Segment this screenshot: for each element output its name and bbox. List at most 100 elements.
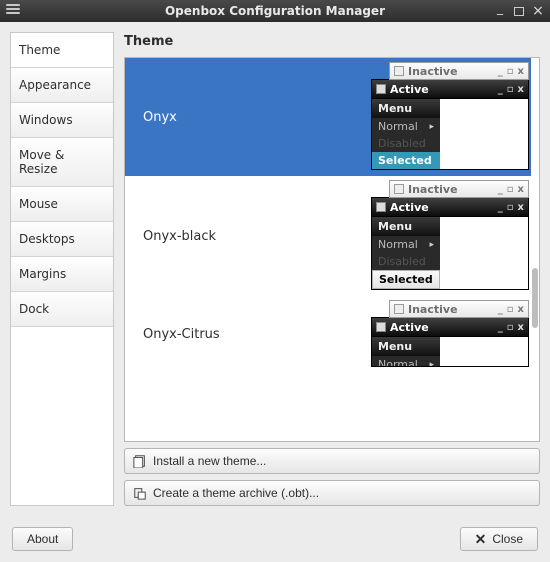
archive-icon [133, 486, 147, 500]
preview-menu-normal: Normal ▸ [372, 236, 440, 253]
maximize-icon: ▫ [507, 202, 514, 213]
section-title: Theme [124, 32, 540, 57]
preview-active-label: Active [390, 321, 494, 334]
preview-menu-title: Menu [372, 99, 440, 118]
preview-active-label: Active [390, 83, 494, 96]
close-icon: x [518, 304, 524, 315]
preview-menu-normal-label: Normal [378, 358, 418, 367]
maximize-icon: ▫ [507, 184, 514, 195]
submenu-arrow-icon: ▸ [429, 122, 434, 132]
sidebar-item-label: Windows [19, 113, 73, 127]
preview-menu: Menu Normal ▸ Disabled Selected [372, 217, 440, 289]
preview-client-area [440, 217, 528, 289]
maximize-icon: ▫ [507, 84, 514, 95]
preview-inactive-label: Inactive [408, 65, 494, 78]
create-archive-label: Create a theme archive (.obt)... [153, 486, 319, 500]
create-archive-button[interactable]: Create a theme archive (.obt)... [124, 480, 540, 506]
minimize-icon: _ [498, 184, 503, 195]
preview-menu-normal: Normal ▸ [372, 118, 440, 135]
preview-active-titlebar: Active _ ▫ x [371, 317, 529, 337]
minimize-icon: _ [498, 66, 503, 77]
preview-menu-normal: Normal ▸ [372, 356, 440, 367]
footer: About ✕ Close [0, 516, 550, 562]
sidebar-item-windows[interactable]: Windows [11, 103, 113, 138]
sidebar-item-margins[interactable]: Margins [11, 257, 113, 292]
sidebar-item-mouse[interactable]: Mouse [11, 187, 113, 222]
preview-inactive-titlebar: Inactive _ ▫ x [389, 300, 529, 318]
scrollbar-thumb[interactable] [532, 268, 538, 328]
sidebar-item-label: Appearance [19, 78, 91, 92]
install-icon [133, 454, 147, 468]
window-minimize-button[interactable] [492, 4, 508, 18]
window-icon [376, 322, 386, 332]
theme-name: Onyx-black [143, 229, 369, 244]
sidebar-item-move-resize[interactable]: Move & Resize [11, 138, 113, 187]
submenu-arrow-icon: ▸ [429, 360, 434, 368]
sidebar-item-label: Dock [19, 302, 49, 316]
sidebar-item-label: Margins [19, 267, 66, 281]
preview-client-area [440, 99, 528, 169]
close-icon: x [518, 84, 524, 95]
sidebar-item-label: Desktops [19, 232, 75, 246]
close-icon: ✕ [475, 533, 487, 545]
preview-menu: Menu Normal ▸ [372, 337, 440, 366]
preview-inactive-titlebar: Inactive _ ▫ x [389, 180, 529, 198]
maximize-icon: ▫ [507, 66, 514, 77]
sidebar-item-label: Mouse [19, 197, 58, 211]
about-button-label: About [27, 532, 58, 546]
preview-menu-disabled: Disabled [372, 253, 440, 270]
preview-inactive-label: Inactive [408, 303, 494, 316]
theme-preview: Inactive _ ▫ x Active _ ▫ x [369, 58, 531, 176]
theme-name: Onyx [143, 110, 369, 125]
window-close-button[interactable] [530, 4, 546, 18]
window-maximize-button[interactable] [514, 7, 524, 16]
theme-row[interactable]: Onyx Inactive _ ▫ x Active _ [125, 58, 531, 176]
sidebar-item-theme[interactable]: Theme [11, 33, 113, 68]
preview-menu-normal-label: Normal [378, 120, 418, 133]
preview-menu-title: Menu [372, 217, 440, 236]
preview-menu-title: Menu [372, 337, 440, 356]
window-icon [376, 202, 386, 212]
sidebar-item-label: Theme [19, 43, 60, 57]
window-app-icon [6, 4, 20, 18]
preview-menu-selected: Selected [372, 270, 440, 289]
close-button[interactable]: ✕ Close [460, 527, 538, 551]
preview-menu: Menu Normal ▸ Disabled Selected [372, 99, 440, 169]
window-icon [394, 304, 404, 314]
maximize-icon: ▫ [507, 304, 514, 315]
maximize-icon: ▫ [507, 322, 514, 333]
install-theme-label: Install a new theme... [153, 454, 266, 468]
theme-name: Onyx-Citrus [143, 327, 369, 342]
sidebar-item-dock[interactable]: Dock [11, 292, 113, 327]
minimize-icon: _ [498, 84, 503, 95]
theme-preview: Inactive _ ▫ x Active _ ▫ x [369, 296, 531, 373]
preview-active-titlebar: Active _ ▫ x [371, 79, 529, 99]
preview-active-label: Active [390, 201, 494, 214]
close-icon: x [518, 184, 524, 195]
theme-row[interactable]: Onyx-Citrus Inactive _ ▫ x Active _ [125, 296, 531, 373]
window-icon [394, 66, 404, 76]
theme-preview: Inactive _ ▫ x Active _ ▫ x [369, 176, 531, 296]
preview-client-area [440, 337, 528, 366]
window-icon [376, 84, 386, 94]
close-icon: x [518, 322, 524, 333]
preview-menu-disabled: Disabled [372, 135, 440, 152]
theme-row[interactable]: Onyx-black Inactive _ ▫ x Active _ [125, 176, 531, 296]
minimize-icon: _ [498, 304, 503, 315]
minimize-icon: _ [498, 202, 503, 213]
window-icon [394, 184, 404, 194]
window-title: Openbox Configuration Manager [165, 4, 385, 18]
close-icon: x [518, 202, 524, 213]
theme-list[interactable]: Onyx Inactive _ ▫ x Active _ [124, 57, 540, 442]
preview-active-titlebar: Active _ ▫ x [371, 197, 529, 217]
sidebar-item-label: Move & Resize [19, 148, 64, 176]
preview-menu-selected: Selected [372, 152, 440, 169]
main-panel: Theme Onyx Inactive _ ▫ x [124, 32, 540, 506]
preview-inactive-label: Inactive [408, 183, 494, 196]
install-theme-button[interactable]: Install a new theme... [124, 448, 540, 474]
about-button[interactable]: About [12, 527, 73, 551]
window-titlebar: Openbox Configuration Manager [0, 0, 550, 22]
submenu-arrow-icon: ▸ [429, 240, 434, 250]
sidebar-item-appearance[interactable]: Appearance [11, 68, 113, 103]
sidebar-item-desktops[interactable]: Desktops [11, 222, 113, 257]
